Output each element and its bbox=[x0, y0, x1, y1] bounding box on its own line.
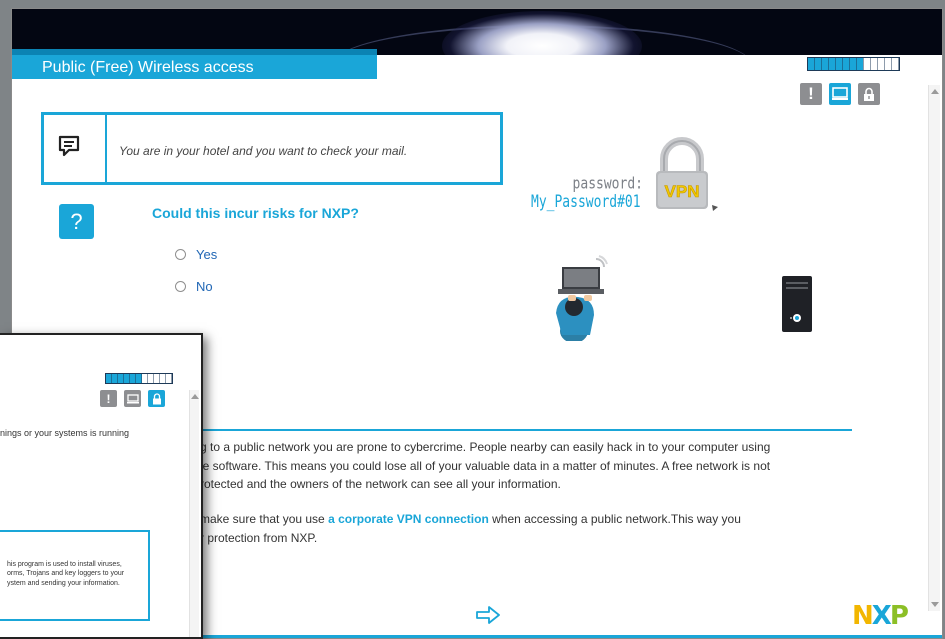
password-label: password: bbox=[572, 175, 643, 194]
monitor-icon[interactable] bbox=[124, 390, 141, 407]
speech-bubble-icon bbox=[57, 134, 81, 163]
course-progress-bar bbox=[807, 57, 900, 71]
scroll-down-arrow-icon[interactable] bbox=[931, 602, 939, 607]
info-text: make sure that you use bbox=[200, 512, 329, 526]
option-label: No bbox=[196, 279, 213, 294]
info-paragraph-2: make sure that you use a corporate VPN c… bbox=[200, 510, 860, 547]
question-mark-icon: ? bbox=[59, 204, 94, 239]
radio-button[interactable] bbox=[175, 281, 186, 292]
overlay-scrollbar[interactable] bbox=[189, 390, 199, 637]
page-title: Public (Free) Wireless access bbox=[42, 59, 254, 76]
lock-icon[interactable] bbox=[148, 390, 165, 407]
info-line: rotected and the owners of the network c… bbox=[200, 477, 561, 492]
overlay-progress-bar bbox=[105, 373, 173, 384]
section-divider bbox=[192, 429, 852, 431]
nxp-logo: NXP bbox=[852, 601, 909, 631]
info-line: le software. This means you could lose a… bbox=[200, 458, 771, 473]
vpn-label: VPN bbox=[665, 182, 700, 201]
option-label: Yes bbox=[196, 247, 218, 262]
info-paragraph-1: g to a public network you are prone to c… bbox=[200, 438, 860, 494]
logo-letter-p: P bbox=[889, 601, 909, 631]
info-line: r protection from NXP. bbox=[200, 530, 318, 545]
password-value: My_Password#01 bbox=[531, 192, 641, 213]
vpn-lock-icon: VPN bbox=[650, 137, 726, 222]
server-icon bbox=[780, 274, 814, 339]
overlay-box-line: orms, Trojans and key loggers to your bbox=[7, 570, 125, 578]
next-arrow-button[interactable] bbox=[475, 606, 501, 629]
overlay-box-line: his program is used to install viruses, bbox=[7, 561, 122, 568]
overlay-text: nings or your systems is running bbox=[0, 428, 130, 438]
warning-icon[interactable]: ! bbox=[100, 390, 117, 407]
question-text: Could this incur risks for NXP? bbox=[152, 205, 359, 221]
radio-button[interactable] bbox=[175, 249, 186, 260]
lock-icon[interactable] bbox=[858, 83, 880, 105]
logo-letter-n: N bbox=[852, 601, 874, 631]
info-text: when accessing a public network.This way… bbox=[488, 512, 741, 526]
laptop-user-icon bbox=[544, 247, 618, 346]
vertical-scrollbar[interactable] bbox=[928, 85, 940, 611]
scenario-box: You are in your hotel and you want to ch… bbox=[41, 112, 503, 185]
monitor-icon[interactable] bbox=[829, 83, 851, 105]
scenario-text: You are in your hotel and you want to ch… bbox=[119, 144, 408, 158]
banner-glow bbox=[442, 11, 642, 55]
vpn-connection-link[interactable]: a corporate VPN connection bbox=[328, 512, 489, 526]
overlay-info-box: his program is used to install viruses, … bbox=[0, 530, 150, 621]
background-slide-window: ! nings or your systems is running his p… bbox=[0, 333, 203, 639]
scroll-up-arrow-icon[interactable] bbox=[191, 394, 199, 399]
warning-icon[interactable]: ! bbox=[800, 83, 822, 105]
answer-option-yes[interactable]: Yes bbox=[175, 247, 217, 262]
title-bar: Public (Free) Wireless access bbox=[12, 49, 377, 79]
overlay-box-line: ystem and sending your information. bbox=[7, 579, 120, 587]
logo-letter-x: X bbox=[871, 601, 892, 631]
scroll-up-arrow-icon[interactable] bbox=[931, 89, 939, 94]
info-line: g to a public network you are prone to c… bbox=[200, 440, 771, 454]
answer-option-no[interactable]: No bbox=[175, 279, 213, 294]
